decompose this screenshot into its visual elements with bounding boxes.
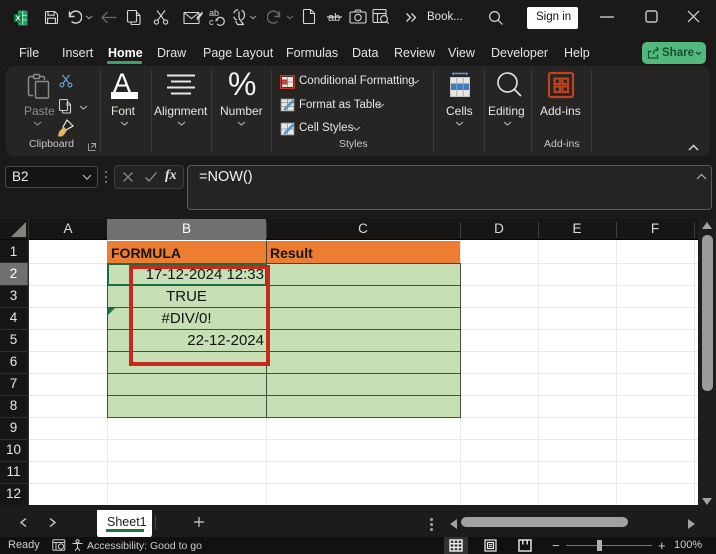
svg-text:c: c bbox=[209, 17, 214, 27]
svg-text:ab: ab bbox=[328, 12, 340, 24]
svg-text:X: X bbox=[15, 14, 20, 23]
